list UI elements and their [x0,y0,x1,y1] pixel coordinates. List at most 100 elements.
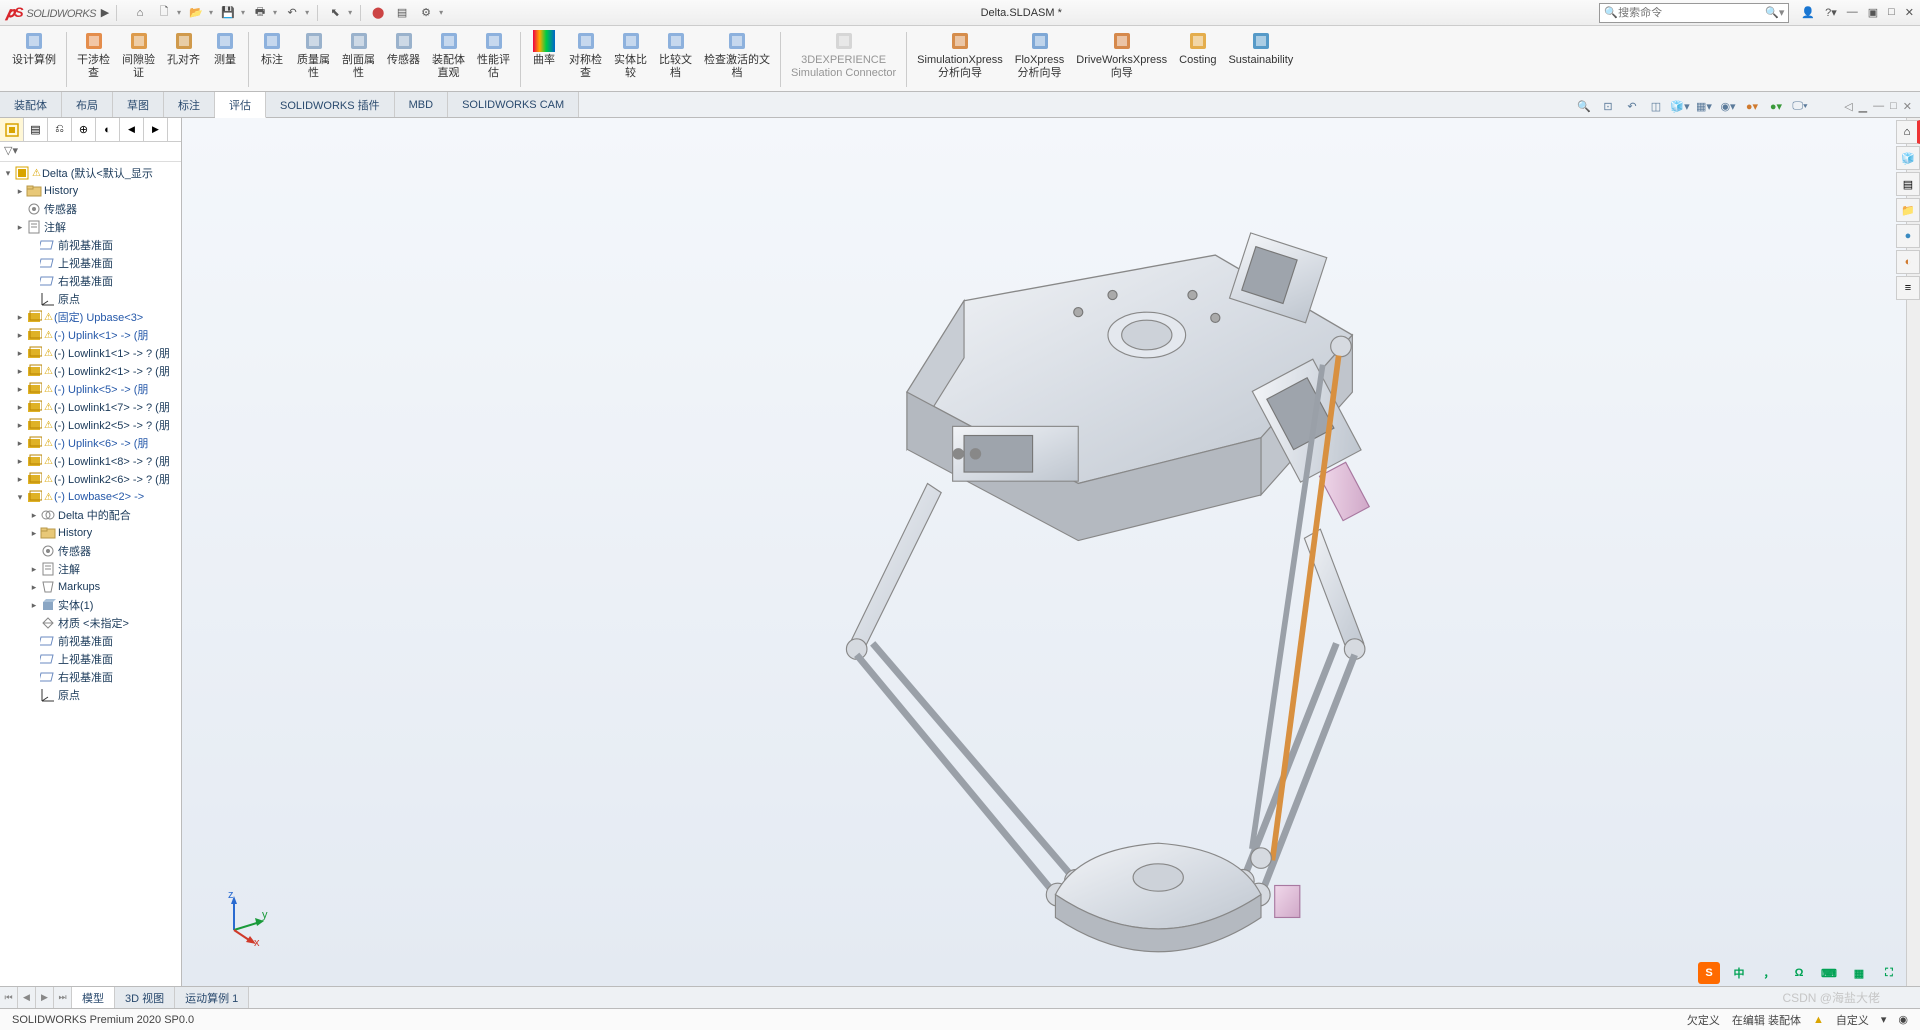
view-settings-icon[interactable]: 🖵▾ [1790,96,1810,116]
ribbon-measure[interactable]: 测量 [206,28,244,91]
status-custom[interactable]: 自定义 [1836,1012,1869,1028]
tree-item[interactable]: 材质 <未指定> [0,614,181,632]
tree-item[interactable]: 原点 [0,686,181,704]
print-icon[interactable]: 🖶 [251,4,269,22]
ribbon-compare-bodies[interactable]: 实体比 较 [608,28,653,91]
ribbon-costing[interactable]: Costing [1173,28,1222,91]
ime-keyboard-icon[interactable]: ⌨ [1818,962,1840,984]
btab-last-icon[interactable]: ⏭ [54,987,72,1008]
view-orient-icon[interactable]: 🧊▾ [1670,96,1690,116]
tree-item[interactable]: 前视基准面 [0,236,181,254]
cmdtab-addins[interactable]: SOLIDWORKS 插件 [266,92,395,117]
cmdtab-cam[interactable]: SOLIDWORKS CAM [448,92,579,117]
tree-item[interactable]: ▸⚠(固定) Upbase<3> [0,308,181,326]
tab-nav-right[interactable]: ▶ [144,118,168,141]
ime-omega-icon[interactable]: Ω [1788,962,1810,984]
cmdtab-layout[interactable]: 布局 [62,92,113,117]
tree-item[interactable]: ▾⚠(-) Lowbase<2> -> [0,488,181,506]
ribbon-curvature[interactable]: 曲率 [525,28,563,91]
tree-item[interactable]: ▸History [0,524,181,542]
tree-item[interactable]: ▸⚠(-) Uplink<6> -> (朋 [0,434,181,452]
feature-tree-tab[interactable] [0,118,24,141]
tree-item[interactable]: ▸⚠(-) Lowlink2<6> -> ? (朋 [0,470,181,488]
dimxpert-tab[interactable]: ⊕ [72,118,96,141]
restore-icon[interactable]: ▣ [1868,6,1878,19]
tree-item[interactable]: ▸Delta 中的配合 [0,506,181,524]
tree-item[interactable]: ▸⚠(-) Lowlink2<5> -> ? (朋 [0,416,181,434]
ribbon-perf-eval[interactable]: 性能评 估 [471,28,516,91]
tree-item[interactable]: 上视基准面 [0,254,181,272]
ribbon-clearance[interactable]: 间隙验 证 [116,28,161,91]
tree-item[interactable]: ▸⚠(-) Lowlink1<8> -> ? (朋 [0,452,181,470]
btab-next-icon[interactable]: ▶ [36,987,54,1008]
mdi-restore-icon[interactable]: — [1873,100,1884,113]
ribbon-mass-props[interactable]: 质量属 性 [291,28,336,91]
tree-item[interactable]: 前视基准面 [0,632,181,650]
prev-view-icon[interactable]: ↶ [1622,96,1642,116]
close-icon[interactable]: ✕ [1905,6,1914,19]
taskpane-explorer-icon[interactable]: 📁 [1896,198,1920,222]
taskpane-library-icon[interactable]: ▤ [1896,172,1920,196]
ribbon-markup[interactable]: 标注 [253,28,291,91]
status-caret-icon[interactable]: ▾ [1881,1013,1887,1026]
ribbon-section-props[interactable]: 剖面属 性 [336,28,381,91]
hide-show-icon[interactable]: ◉▾ [1718,96,1738,116]
taskpane-appearance-icon[interactable]: ◐ [1896,250,1920,274]
ribbon-design-study[interactable]: 设计算例 [6,28,62,91]
status-rebuild-icon[interactable]: ▲ [1813,1014,1824,1026]
taskpane-resources-icon[interactable]: 🧊 [1896,146,1920,170]
tree-item[interactable]: 右视基准面 [0,668,181,686]
tree-item[interactable]: ▸注解 [0,560,181,578]
display-style-icon[interactable]: ▦▾ [1694,96,1714,116]
edit-appearance-icon[interactable]: ●▾ [1742,96,1762,116]
status-widget-icon[interactable]: ◉ [1898,1013,1908,1026]
settings-icon[interactable]: ⚙ [417,4,435,22]
section-view-icon[interactable]: ◫ [1646,96,1666,116]
mdi-min-icon[interactable]: ▁ [1859,100,1867,113]
ime-expand-icon[interactable]: ⛶ [1878,962,1900,984]
ribbon-interference[interactable]: 干涉检 查 [71,28,116,91]
ribbon-simx[interactable]: SimulationXpress 分析向导 [911,28,1009,91]
taskpane-custom-icon[interactable]: ≡ [1896,276,1920,300]
ribbon-check-active[interactable]: 检查激活的文 档 [698,28,776,91]
tree-item[interactable]: ▸Markups [0,578,181,596]
property-manager-tab[interactable]: ▤ [24,118,48,141]
options-list-icon[interactable]: ▤ [393,4,411,22]
zoom-area-icon[interactable]: ⊡ [1598,96,1618,116]
display-manager-tab[interactable]: ◐ [96,118,120,141]
btab-model[interactable]: 模型 [72,987,115,1008]
tree-item[interactable]: 原点 [0,290,181,308]
tree-item[interactable]: 右视基准面 [0,272,181,290]
graphics-viewport[interactable]: z y x [182,118,1906,986]
taskpane-view-icon[interactable]: ● [1896,224,1920,248]
tree-item[interactable]: ▸⚠(-) Lowlink1<1> -> ? (朋 [0,344,181,362]
tree-root[interactable]: ▾⚠Delta (默认<默认_显示 [0,164,181,182]
cmdtab-assembly[interactable]: 装配体 [0,92,62,117]
select-icon[interactable]: ⬉ [326,4,344,22]
btab-motion[interactable]: 运动算例 1 [175,987,249,1008]
ribbon-dwx[interactable]: DriveWorksXpress 向导 [1070,28,1173,91]
maximize-icon[interactable]: □ [1888,6,1895,19]
ime-punct-icon[interactable]: ， [1758,962,1780,984]
taskpane-home-icon[interactable]: ⌂ [1896,120,1920,144]
open-icon[interactable]: 📂 [187,4,205,22]
home-icon[interactable]: ⌂ [131,4,149,22]
ime-skin-icon[interactable]: ▦ [1848,962,1870,984]
ribbon-sensor[interactable]: 传感器 [381,28,426,91]
zoom-fit-icon[interactable]: 🔍 [1574,96,1594,116]
search-dropdown-icon[interactable]: 🔍▾ [1765,6,1784,19]
tab-nav-left[interactable]: ◀ [120,118,144,141]
ribbon-symmetry[interactable]: 对称检 查 [563,28,608,91]
tree-item[interactable]: 传感器 [0,542,181,560]
minimize-icon[interactable]: — [1847,6,1858,19]
cmdtab-sketch[interactable]: 草图 [113,92,164,117]
run-icon[interactable]: ▶ [96,4,114,22]
cmdtab-mbd[interactable]: MBD [395,92,448,117]
btab-first-icon[interactable]: ⏮ [0,987,18,1008]
btab-prev-icon[interactable]: ◀ [18,987,36,1008]
ribbon-sustain[interactable]: Sustainability [1222,28,1299,91]
tree-item[interactable]: ▸⚠(-) Uplink<5> -> (朋 [0,380,181,398]
user-icon[interactable]: 👤 [1801,6,1815,19]
rebuild-icon[interactable]: ⬤ [369,4,387,22]
cmdtab-evaluate[interactable]: 评估 [215,92,266,118]
